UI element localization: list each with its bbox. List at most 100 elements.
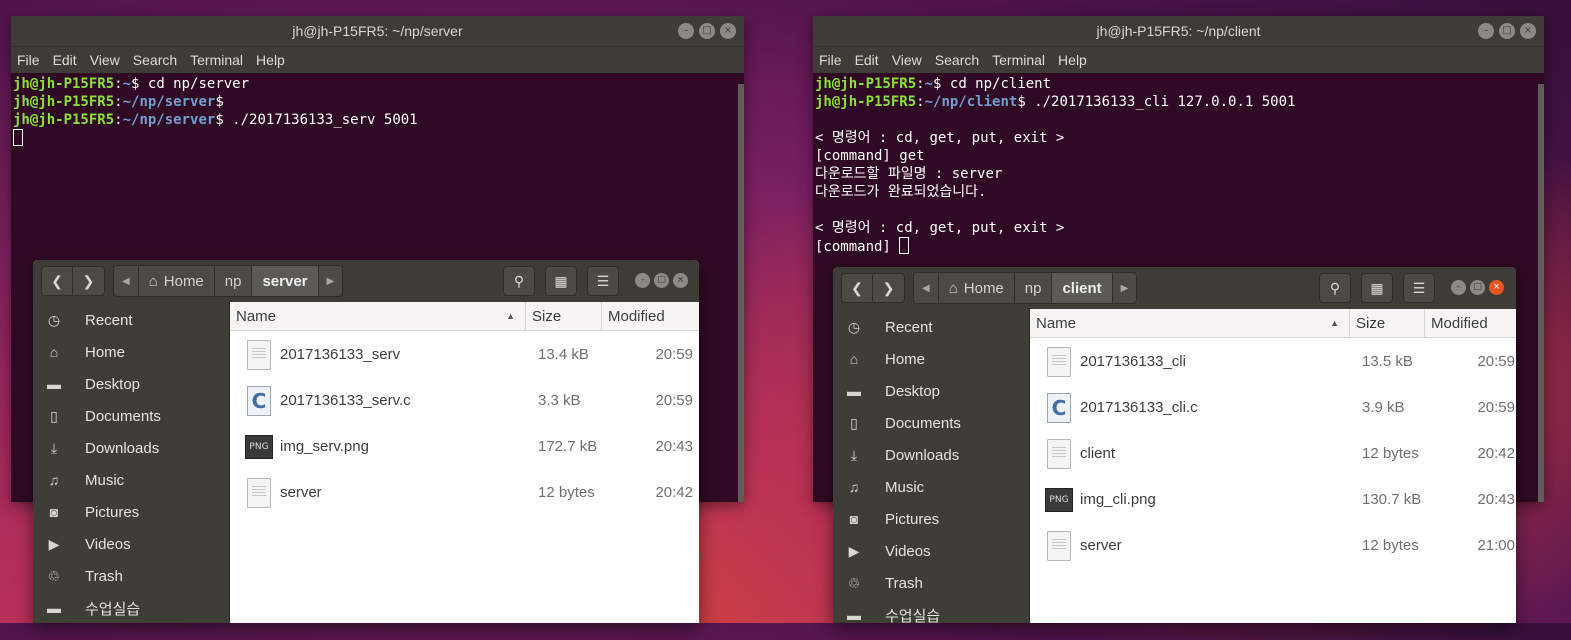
close-icon[interactable]: × [720,23,736,39]
file-row[interactable]: PNG img_cli.png 130.7 kB 20:43 [1030,476,1516,522]
menu-help[interactable]: Help [1058,52,1087,68]
sidebar-item-music[interactable]: ♫ Music [833,471,1029,503]
close-icon[interactable]: × [673,273,688,288]
path-bar: ◀ ⌂ Home np client ▶ [913,272,1138,304]
menu-edit[interactable]: Edit [855,52,879,68]
menu-terminal[interactable]: Terminal [190,52,243,68]
column-name[interactable]: Name ▲ [230,302,526,330]
sidebar-item-recent[interactable]: ◷ Recent [33,304,229,336]
minimize-icon[interactable]: – [678,23,694,39]
sidebar-item-videos[interactable]: ▶ Videos [33,528,229,560]
menu-view[interactable]: View [892,52,922,68]
menu-search[interactable]: Search [133,52,177,68]
files-headerbar[interactable]: ❮ ❯ ◀ ⌂ Home np server ▶ ⚲ ▦ ☰ – □ × [33,260,699,302]
sort-ascending-icon: ▲ [506,311,515,321]
file-row[interactable]: PNG img_serv.png 172.7 kB 20:43 [230,423,699,469]
path-segment-current[interactable]: client [1052,273,1113,303]
terminal-scrollbar[interactable] [738,84,744,502]
back-button[interactable]: ❮ [41,266,73,296]
sidebar-item-music[interactable]: ♫ Music [33,464,229,496]
sidebar-item-downloads[interactable]: ⤓ Downloads [833,439,1029,471]
sidebar-item-trash[interactable]: ♲ Trash [833,567,1029,599]
terminal-titlebar[interactable]: jh@jh-P15FR5: ~/np/client – □ × [813,16,1544,46]
column-size[interactable]: Size [526,302,602,330]
maximize-icon[interactable]: □ [654,273,669,288]
file-row[interactable]: server 12 bytes 20:42 [230,469,699,515]
maximize-icon[interactable]: □ [1499,23,1515,39]
path-scroll-right-button[interactable]: ▶ [318,266,343,296]
file-list[interactable]: Name ▲ Size Modified 2017136133_cli 13.5 kB 20… [1030,309,1516,623]
terminal-scrollbar[interactable] [1538,84,1544,502]
terminal-line: jh@jh-P15FR5:~/np/client$ ./2017136133_c… [815,94,1296,110]
view-toggle-button[interactable]: ▦ [1361,273,1393,303]
path-scroll-left-button[interactable]: ◀ [114,266,139,296]
sidebar-item-home[interactable]: ⌂ Home [833,343,1029,375]
file-row[interactable]: client 12 bytes 20:42 [1030,430,1516,476]
file-row[interactable]: server 12 bytes 21:00 [1030,522,1516,568]
back-button[interactable]: ❮ [841,273,873,303]
file-size: 3.3 kB [538,391,581,409]
file-name: client [1080,444,1116,462]
files-window-client[interactable]: ❮ ❯ ◀ ⌂ Home np client ▶ ⚲ ▦ ☰ – □ × ◷ Recent ⌂ Home ▬ Desk… [833,267,1516,623]
path-segment-np[interactable]: np [1014,273,1053,303]
sidebar-item-downloads[interactable]: ⤓ Downloads [33,432,229,464]
menu-help[interactable]: Help [256,52,285,68]
close-icon[interactable]: × [1520,23,1536,39]
menu-button[interactable]: ☰ [587,266,619,296]
menu-edit[interactable]: Edit [53,52,77,68]
sidebar-item-수업실습[interactable]: ▬ 수업실습 [833,599,1029,623]
file-row[interactable]: C 2017136133_serv.c 3.3 kB 20:59 [230,377,699,423]
terminal-output-line: 다운로드가 완료되었습니다. [815,184,987,200]
search-button[interactable]: ⚲ [1319,273,1351,303]
terminal-titlebar[interactable]: jh@jh-P15FR5: ~/np/server – □ × [11,16,744,46]
file-row[interactable]: C 2017136133_cli.c 3.9 kB 20:59 [1030,384,1516,430]
menu-file[interactable]: File [17,52,40,68]
sidebar-item-pictures[interactable]: ◙ Pictures [33,496,229,528]
path-scroll-left-button[interactable]: ◀ [914,273,939,303]
view-toggle-button[interactable]: ▦ [545,266,577,296]
column-name[interactable]: Name ▲ [1030,309,1350,337]
image-file-icon: PNG [1045,488,1073,512]
minimize-icon[interactable]: – [1478,23,1494,39]
terminal-output[interactable]: jh@jh-P15FR5:~$ cd np/client jh@jh-P15FR5… [813,73,1544,258]
sidebar-item-pictures[interactable]: ◙ Pictures [833,503,1029,535]
sidebar-item-documents[interactable]: ▯ Documents [33,400,229,432]
sidebar-item-documents[interactable]: ▯ Documents [833,407,1029,439]
menu-view[interactable]: View [90,52,120,68]
maximize-icon[interactable]: □ [699,23,715,39]
forward-button[interactable]: ❯ [873,273,905,303]
terminal-output[interactable]: jh@jh-P15FR5:~$ cd np/server jh@jh-P15FR5… [11,73,744,150]
sidebar-item-desktop[interactable]: ▬ Desktop [833,375,1029,407]
files-headerbar[interactable]: ❮ ❯ ◀ ⌂ Home np client ▶ ⚲ ▦ ☰ – □ × [833,267,1516,309]
menu-terminal[interactable]: Terminal [992,52,1045,68]
path-segment-home[interactable]: ⌂ Home [938,273,1015,303]
sidebar-item-desktop[interactable]: ▬ Desktop [33,368,229,400]
path-segment-home[interactable]: ⌂ Home [138,266,215,296]
file-row[interactable]: 2017136133_cli 13.5 kB 20:59 [1030,338,1516,384]
sidebar-item-label: 수업실습 [85,600,141,618]
path-segment-current[interactable]: server [252,266,319,296]
column-size[interactable]: Size [1350,309,1425,337]
search-button[interactable]: ⚲ [503,266,535,296]
path-segment-np[interactable]: np [214,266,253,296]
column-modified[interactable]: Modified [1425,309,1516,337]
sidebar-item-videos[interactable]: ▶ Videos [833,535,1029,567]
sidebar-item-trash[interactable]: ♲ Trash [33,560,229,592]
sidebar-item-label: Pictures [885,510,940,528]
forward-button[interactable]: ❯ [73,266,105,296]
minimize-icon[interactable]: – [635,273,650,288]
file-list[interactable]: Name ▲ Size Modified 2017136133_serv 13.4 kB 2… [230,302,699,623]
menu-button[interactable]: ☰ [1403,273,1435,303]
file-row[interactable]: 2017136133_serv 13.4 kB 20:59 [230,331,699,377]
sidebar-item-recent[interactable]: ◷ Recent [833,311,1029,343]
close-icon[interactable]: × [1489,280,1504,295]
files-window-server[interactable]: ❮ ❯ ◀ ⌂ Home np server ▶ ⚲ ▦ ☰ – □ × ◷ Recent ⌂ Home ▬ Desk… [33,260,699,623]
sidebar-item-수업실습[interactable]: ▬ 수업실습 [33,592,229,623]
minimize-icon[interactable]: – [1451,280,1466,295]
menu-search[interactable]: Search [935,52,979,68]
maximize-icon[interactable]: □ [1470,280,1485,295]
column-modified[interactable]: Modified [602,302,699,330]
sidebar-item-home[interactable]: ⌂ Home [33,336,229,368]
menu-file[interactable]: File [819,52,842,68]
path-scroll-right-button[interactable]: ▶ [1112,273,1137,303]
